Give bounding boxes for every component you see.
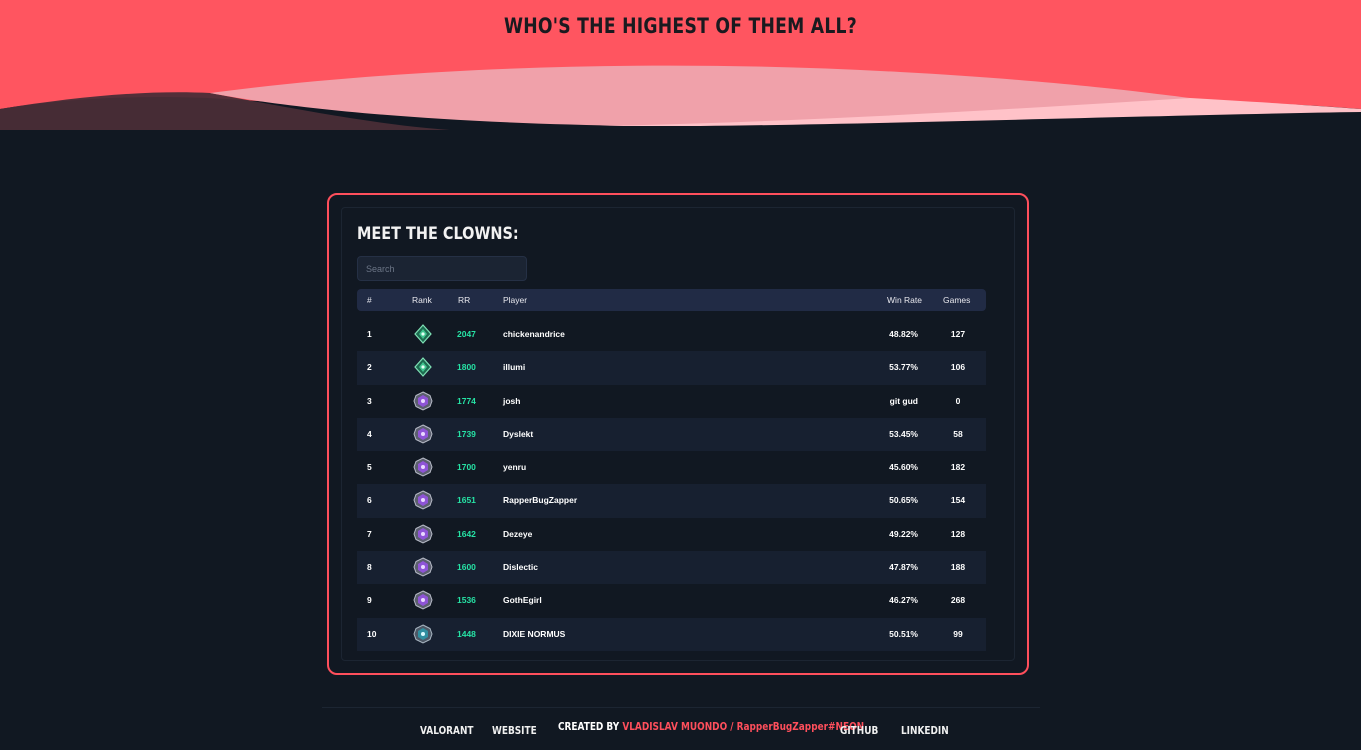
row-player-name: Dezeye [503,528,533,539]
row-position: 7 [367,528,372,539]
row-win-rate: git gud [889,395,918,406]
footer: VALORANT WEBSITE CREATED BY VLADISLAV MU… [0,719,1361,743]
row-win-rate: 49.22% [889,528,918,539]
table-row[interactable]: 6 1651 RapperBugZapper 50.65% 154 [357,484,986,518]
row-rr: 2047 [457,329,476,339]
row-player-name: chickenandrice [503,329,565,339]
row-rr: 1600 [457,562,476,573]
row-player-name: yenru [503,462,527,473]
table-row[interactable]: 10 1448 DIXIE NORMUS 50.51% 99 [357,617,986,651]
row-win-rate: 53.77% [889,362,918,373]
row-win-rate: 50.51% [889,628,918,639]
row-rr: 1651 [457,495,476,506]
purple-rank-icon [413,557,433,577]
row-games: 106 [950,362,966,373]
row-rr: 1448 [457,628,476,639]
row-games: 99 [953,628,963,639]
row-player-name: DIXIE NORMUS [503,628,566,639]
column-header-games[interactable]: Games [943,289,970,311]
row-player-name: RapperBugZapper [503,495,578,506]
row-player-name: illumi [503,362,526,373]
purple-rank-icon [413,524,433,544]
column-header-number[interactable]: # [367,289,372,311]
purple-rank-icon [413,391,433,411]
row-position: 5 [367,462,372,473]
footer-credit: CREATED BY VLADISLAV MUONDO / RapperBugZ… [558,721,864,733]
row-player-name: GothEgirl [503,595,542,606]
row-win-rate: 46.27% [889,595,918,606]
row-win-rate: 47.87% [889,562,918,573]
table-row[interactable]: 9 1536 GothEgirl 46.27% 268 [357,584,986,617]
purple-rank-icon [413,457,433,477]
teal-rank-icon [413,624,433,644]
row-win-rate: 48.82% [889,329,918,339]
table-row[interactable]: 8 1600 Dislectic 47.87% 188 [357,551,986,585]
row-position: 6 [367,495,372,506]
footer-divider [322,707,1040,708]
row-player-name: josh [503,395,521,406]
row-games: 154 [950,495,966,506]
row-position: 4 [367,428,372,439]
column-header-player[interactable]: Player [503,289,527,311]
purple-rank-icon [413,590,433,610]
row-games: 128 [950,528,966,539]
row-games: 58 [953,428,963,439]
table-row[interactable]: 3 1774 josh git gud 0 [357,385,986,418]
row-player-name: Dislectic [503,562,538,573]
row-position: 3 [367,395,372,406]
row-win-rate: 45.60% [889,462,918,473]
footer-link-github[interactable]: GITHUB [840,725,878,737]
row-games: 127 [950,329,966,339]
purple-rank-icon [413,490,433,511]
column-header-rr[interactable]: RR [458,289,470,311]
table-header: # Rank RR Player Win Rate Games [357,289,986,311]
row-games: 182 [950,462,966,473]
hero-banner: WHO'S THE HIGHEST OF THEM ALL? [0,0,1361,130]
footer-created-by: CREATED BY [558,721,620,733]
row-position: 8 [367,562,372,573]
emerald-rank-icon [413,357,433,378]
page-title: WHO'S THE HIGHEST OF THEM ALL? [503,14,857,38]
row-rr: 1739 [457,428,476,439]
emerald-rank-icon [413,324,433,344]
leaderboard-title: MEET THE CLOWNS: [357,224,519,244]
row-player-name: Dyslekt [503,428,534,439]
row-position: 9 [367,595,372,606]
row-games: 268 [950,595,966,606]
row-position: 1 [367,329,372,339]
row-win-rate: 53.45% [889,428,918,439]
column-header-win-rate[interactable]: Win Rate [887,289,922,311]
row-position: 2 [367,362,372,373]
footer-link-valorant[interactable]: VALORANT [420,725,474,737]
table-row[interactable]: 7 1642 Dezeye 49.22% 128 [357,518,986,551]
table-row[interactable]: 2 1800 illumi 53.77% 106 [357,351,986,385]
footer-link-linkedin[interactable]: LINKEDIN [901,725,949,737]
footer-author-link[interactable]: VLADISLAV MUONDO / RapperBugZapper#NEON [622,721,864,733]
row-rr: 1800 [457,362,476,373]
table-row[interactable]: 1 2047 chickenandrice 48.82% 127 [357,318,986,351]
footer-link-website[interactable]: WEBSITE [492,725,537,737]
row-rr: 1700 [457,462,476,473]
search-input[interactable] [357,256,527,281]
table-row[interactable]: 4 1739 Dyslekt 53.45% 58 [357,417,986,452]
row-rr: 1536 [457,595,476,606]
column-header-rank[interactable]: Rank [412,289,432,311]
row-rr: 1642 [457,528,476,539]
leaderboard-table-body: 1 2047 chickenandrice 48.82% 127 2 1800 illumi 5… [357,318,986,651]
purple-rank-icon [413,424,433,444]
row-rr: 1774 [457,395,476,406]
leaderboard-card: MEET THE CLOWNS: # Rank RR Player Win Ra… [327,193,1029,675]
leaderboard-panel: MEET THE CLOWNS: # Rank RR Player Win Ra… [341,207,1015,661]
row-games: 188 [950,562,966,573]
table-row[interactable]: 5 1700 yenru 45.60% 182 [357,451,986,484]
row-games: 0 [955,395,961,406]
row-position: 10 [367,628,377,639]
row-win-rate: 50.65% [889,495,918,506]
